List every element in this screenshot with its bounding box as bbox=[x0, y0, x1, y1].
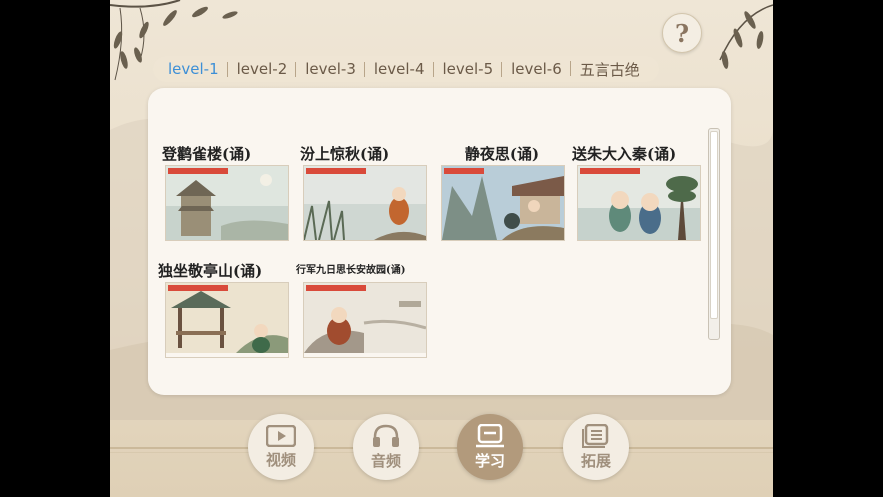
poem-card[interactable]: 登鹳雀楼(诵) bbox=[162, 143, 290, 241]
poem-title: 登鹳雀楼(诵) bbox=[162, 145, 252, 163]
tab-level-6[interactable]: level-6 bbox=[501, 60, 571, 78]
nav-video-button[interactable]: 视频 bbox=[248, 414, 314, 480]
nav-audio-button[interactable]: 音频 bbox=[353, 414, 419, 480]
tab-level-2[interactable]: level-2 bbox=[226, 60, 297, 78]
scrollbar-thumb[interactable] bbox=[710, 131, 718, 319]
help-button[interactable]: ? bbox=[662, 13, 702, 53]
nav-label: 学习 bbox=[474, 451, 505, 470]
poem-card[interactable]: 送朱大入秦(诵) bbox=[572, 143, 701, 241]
tab-level-1[interactable]: level-1 bbox=[159, 60, 228, 78]
poem-list-panel: 登鹳雀楼(诵) 汾上惊秋(诵) 静夜思(诵) 送朱大入秦(诵) 独坐敬亭山(诵)… bbox=[148, 88, 731, 395]
nav-label: 视频 bbox=[265, 450, 296, 469]
divider bbox=[110, 447, 773, 449]
nav-study-button[interactable]: 学习 bbox=[457, 414, 523, 480]
tab-level-3[interactable]: level-3 bbox=[295, 60, 365, 78]
divider bbox=[110, 452, 773, 453]
document-icon bbox=[582, 423, 609, 448]
willow-right-decoration bbox=[719, 4, 773, 69]
poem-title: 静夜思(诵) bbox=[464, 145, 540, 163]
tab-five-char-quatrain[interactable]: 五言古绝 bbox=[569, 59, 649, 80]
book-icon bbox=[476, 423, 504, 447]
app-screen: ? level-1 level-2 level-3 level-4 level-… bbox=[110, 0, 773, 497]
headphones-icon bbox=[373, 424, 399, 447]
level-tabs: level-1 level-2 level-3 level-4 level-5 … bbox=[153, 56, 659, 82]
poem-thumbnail[interactable] bbox=[165, 282, 289, 358]
question-icon: ? bbox=[674, 18, 690, 48]
poem-thumbnail[interactable] bbox=[577, 165, 701, 241]
nav-expand-button[interactable]: 拓展 bbox=[563, 414, 629, 480]
poem-thumbnail[interactable] bbox=[165, 165, 289, 241]
poem-title: 汾上惊秋(诵) bbox=[300, 145, 390, 163]
tab-level-5[interactable]: level-5 bbox=[432, 60, 503, 78]
poem-card[interactable]: 静夜思(诵) bbox=[438, 143, 566, 241]
nav-label: 拓展 bbox=[580, 451, 611, 470]
poem-card[interactable]: 独坐敬亭山(诵) bbox=[158, 260, 289, 358]
tab-level-4[interactable]: level-4 bbox=[363, 60, 434, 78]
poem-title: 送朱大入秦(诵) bbox=[572, 145, 677, 163]
scrollbar[interactable] bbox=[708, 128, 720, 340]
poem-thumbnail[interactable] bbox=[303, 282, 427, 358]
poem-title: 行军九日思长安故园(诵) bbox=[296, 265, 406, 276]
poem-thumbnail[interactable] bbox=[441, 165, 565, 241]
poem-card[interactable]: 行军九日思长安故园(诵) bbox=[296, 260, 427, 358]
poem-title: 独坐敬亭山(诵) bbox=[158, 262, 263, 280]
play-icon bbox=[266, 424, 296, 447]
poem-card[interactable]: 汾上惊秋(诵) bbox=[300, 143, 428, 241]
poem-thumbnail[interactable] bbox=[303, 165, 427, 241]
nav-label: 音频 bbox=[370, 451, 401, 470]
